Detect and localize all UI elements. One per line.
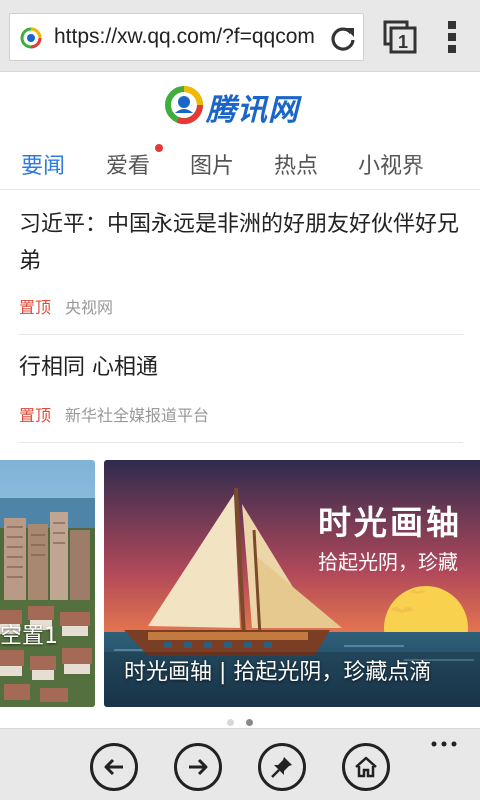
tab-count: 1: [398, 32, 408, 52]
home-icon: [355, 756, 377, 778]
site-logo[interactable]: 腾讯网: [164, 83, 316, 128]
tabs-icon[interactable]: 1: [383, 20, 417, 54]
overflow-menu-icon[interactable]: [446, 20, 458, 54]
pinned-tag: 置顶: [19, 298, 52, 317]
article-source: 新华社全媒报道平台: [65, 406, 210, 425]
article-item[interactable]: 习近平：中国永远是非洲的好朋友好伙伴好兄弟 置顶 央视网: [19, 206, 463, 326]
tab-tupian[interactable]: 图片: [190, 148, 234, 180]
forward-button[interactable]: [174, 743, 222, 791]
back-button[interactable]: [90, 743, 138, 791]
home-button[interactable]: [342, 743, 390, 791]
carousel-indicator: [225, 719, 255, 727]
slide-caption: 空置1: [0, 624, 58, 649]
forward-icon: [189, 758, 208, 776]
back-icon: [104, 758, 123, 776]
slide-image-residential: [0, 460, 95, 707]
pinned-tag: 置顶: [19, 406, 52, 425]
reload-icon[interactable]: [329, 24, 357, 52]
tab-yaowen[interactable]: 要闻: [21, 148, 65, 180]
poster-subtitle: 拾起光阴，珍藏: [318, 550, 458, 574]
indicator-dot[interactable]: [227, 719, 234, 726]
slide-caption: 时光画轴 | 拾起光阴，珍藏点滴: [124, 660, 432, 685]
channel-nav: 要闻 爱看 图片 热点 小视界: [0, 138, 480, 190]
article-item[interactable]: 行相同 心相通 置顶 新华社全媒报道平台: [19, 349, 463, 433]
logo-text: 腾讯网: [206, 93, 299, 128]
divider: [19, 334, 463, 335]
browser-bottom-bar: [0, 728, 480, 800]
url-text[interactable]: https://xw.qq.com/?f=qqcom: [54, 25, 324, 49]
indicator-dot-active[interactable]: [246, 719, 253, 726]
article-title[interactable]: 行相同 心相通: [19, 349, 463, 386]
tab-aikan[interactable]: 爱看: [106, 148, 150, 180]
logo-mark-icon: [165, 86, 204, 125]
carousel-slide-prev[interactable]: 空置1: [0, 460, 95, 707]
tab-redian[interactable]: 热点: [274, 148, 318, 180]
nav-fade-overlay: [410, 138, 480, 189]
pin-button[interactable]: [258, 743, 306, 791]
browser-top-bar: https://xw.qq.com/?f=qqcom 1: [0, 0, 480, 72]
image-carousel[interactable]: 空置1 时光画轴 拾起光阴，珍藏 时光画轴 | 拾起光阴，珍藏点滴: [0, 460, 480, 708]
new-badge-dot: [155, 144, 163, 152]
article-source: 央视网: [65, 298, 114, 317]
carousel-slide-active[interactable]: 时光画轴 拾起光阴，珍藏 时光画轴 | 拾起光阴，珍藏点滴: [104, 460, 480, 707]
divider: [19, 442, 463, 443]
article-meta: 置顶 央视网: [19, 294, 113, 318]
address-bar[interactable]: https://xw.qq.com/?f=qqcom: [9, 13, 364, 61]
more-icon[interactable]: [431, 741, 457, 747]
article-meta: 置顶 新华社全媒报道平台: [19, 402, 209, 426]
article-title[interactable]: 习近平：中国永远是非洲的好朋友好伙伴好兄弟: [19, 206, 463, 280]
site-favicon-icon: [20, 27, 42, 49]
pin-icon: [271, 757, 292, 778]
poster-title: 时光画轴: [318, 503, 462, 542]
